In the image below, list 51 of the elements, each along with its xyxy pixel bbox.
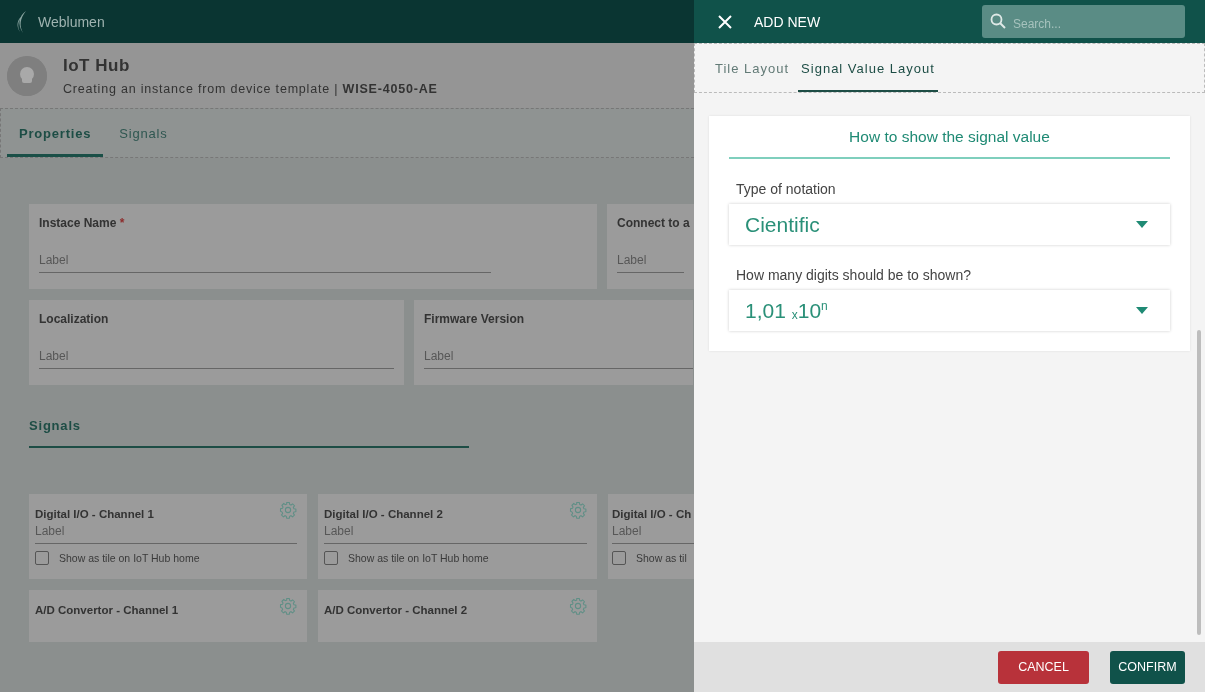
input-field[interactable]: Label <box>617 249 684 273</box>
checkbox-label: Show as tile on IoT Hub home <box>348 552 489 564</box>
field-label: Localization <box>39 312 109 326</box>
input-field[interactable]: Label <box>324 522 587 544</box>
field-label: How many digits should be to shown? <box>736 267 973 283</box>
confirm-button[interactable]: CONFIRM <box>1110 650 1185 684</box>
field-label: Firmware Version <box>424 312 525 326</box>
signal-title: Digital I/O - Ch <box>612 508 692 520</box>
caret-icon <box>1136 307 1148 314</box>
checkbox[interactable] <box>324 551 338 565</box>
required-mark: * <box>119 216 125 230</box>
field-label: Connect to a <box>617 216 690 230</box>
page-subtitle: Creating an instance from device template | WISE-4050-AE <box>63 81 438 96</box>
signal-title: A/D Convertor - Channel 2 <box>324 604 468 616</box>
form-field[interactable]: Connect to a Label <box>607 204 694 289</box>
input-field[interactable]: Label <box>35 522 297 544</box>
tab[interactable]: Signal Value Layout <box>798 47 938 92</box>
card-heading: How to show the signal value <box>729 128 1170 159</box>
section-heading: Signals <box>29 418 469 448</box>
checkbox-label: Show as til <box>636 552 687 564</box>
tab[interactable]: Properties <box>7 112 104 157</box>
close-icon[interactable] <box>718 14 732 29</box>
gear-icon[interactable] <box>569 597 587 615</box>
gear-icon[interactable] <box>279 597 297 615</box>
dropdown[interactable]: 1,01 $_{x}$10$^{n}$ <box>729 290 1170 331</box>
drawer-title: ADD NEW <box>754 13 822 30</box>
search-field[interactable]: Search... <box>982 5 1185 38</box>
field-label: Instace Name <box>39 216 117 230</box>
checkbox[interactable] <box>612 551 626 565</box>
caret-icon <box>1136 221 1148 228</box>
scrollbar[interactable] <box>1197 330 1201 635</box>
form-field[interactable]: Firmware Version Label <box>414 300 693 385</box>
dropdown[interactable]: Cientific <box>729 204 1170 245</box>
input-field[interactable]: Label <box>39 249 491 273</box>
brand-name: Weblumen <box>38 13 105 30</box>
gear-icon[interactable] <box>279 501 297 519</box>
gear-icon[interactable] <box>569 501 587 519</box>
checkbox[interactable] <box>35 551 49 565</box>
form-field[interactable]: Localization Label <box>29 300 404 385</box>
signal-title: Digital I/O - Channel 1 <box>35 508 154 520</box>
signal-title: A/D Convertor - Channel 1 <box>35 604 179 616</box>
signal-title: Digital I/O - Channel 2 <box>324 508 443 520</box>
checkbox-label: Show as tile on IoT Hub home <box>59 552 200 564</box>
input-field[interactable]: Label <box>424 345 693 369</box>
field-label: Type of notation <box>736 181 837 197</box>
input-field[interactable]: Label <box>39 345 394 369</box>
page-title: IoT Hub <box>63 55 131 76</box>
form-field[interactable]: Instace Name * Label <box>29 204 597 289</box>
cancel-button[interactable]: CANCEL <box>998 650 1089 684</box>
tab[interactable]: Tile Layout <box>712 47 793 92</box>
tab[interactable]: Signals <box>107 112 180 157</box>
